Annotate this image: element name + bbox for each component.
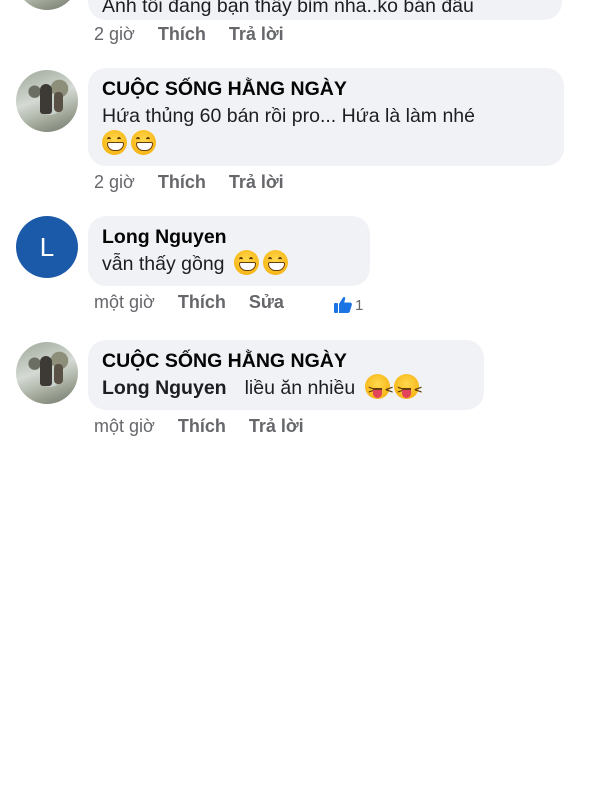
like-button[interactable]: Thích bbox=[178, 416, 226, 437]
avatar[interactable] bbox=[16, 70, 78, 132]
comment-text: liều ăn nhiều bbox=[244, 377, 356, 399]
like-button[interactable]: Thích bbox=[158, 172, 206, 193]
avatar[interactable] bbox=[16, 0, 78, 10]
comment-author[interactable]: CUỘC SỐNG HẰNG NGÀY bbox=[102, 348, 470, 374]
comment-text: vẫn thấy gồng bbox=[102, 253, 225, 275]
comment-bubble: CUỘC SỐNG HẰNG NGÀY Long Nguyen liều ăn n… bbox=[88, 340, 484, 410]
comment-bubble: Long Nguyen vẫn thấy gồng bbox=[88, 216, 370, 286]
squinting-face-with-tongue-icon bbox=[393, 374, 423, 404]
like-button[interactable]: Thích bbox=[158, 24, 206, 45]
thumbs-up-icon bbox=[333, 296, 353, 314]
comment-text: Anh tôi đang bạn thấy bỉm nha..ko bán đâ… bbox=[102, 0, 474, 17]
reply-button[interactable]: Trả lời bbox=[229, 172, 284, 193]
edit-button[interactable]: Sửa bbox=[249, 292, 284, 313]
comment-time[interactable]: một giờ bbox=[94, 292, 155, 313]
comment-author[interactable]: CUỘC SỐNG HẰNG NGÀY bbox=[102, 76, 550, 102]
grinning-face-icon bbox=[262, 250, 288, 275]
squinting-face-with-tongue-icon bbox=[364, 374, 394, 404]
avatar[interactable] bbox=[16, 342, 78, 404]
reply-button[interactable]: Trả lời bbox=[229, 24, 284, 45]
grinning-face-icon bbox=[102, 130, 127, 155]
comment-actions: 2 giờ Thích Trả lời bbox=[94, 172, 302, 193]
comment-time[interactable]: một giờ bbox=[94, 416, 155, 437]
comment-time[interactable]: 2 giờ bbox=[94, 172, 135, 193]
comment-text: Hứa thủng 60 bán rồi pro... Hứa là làm n… bbox=[102, 105, 475, 127]
comment-bubble: CUỘC SỐNG HẰNG NGÀY Hứa thủng 60 bán rồi… bbox=[88, 68, 564, 166]
like-button[interactable]: Thích bbox=[178, 292, 226, 313]
avatar[interactable]: L bbox=[16, 216, 78, 278]
comment-actions: 2 giờ Thích Trả lời bbox=[94, 24, 302, 45]
comment-text-row: Long Nguyen liều ăn nhiều bbox=[102, 374, 470, 404]
reply-button[interactable]: Trả lời bbox=[249, 416, 304, 437]
comment-time[interactable]: 2 giờ bbox=[94, 24, 135, 45]
mention-link[interactable]: Long Nguyen bbox=[102, 377, 227, 399]
comment-emojis bbox=[102, 130, 550, 158]
comment-text-row: vẫn thấy gồng bbox=[102, 250, 356, 278]
reaction-count: 1 bbox=[355, 296, 364, 314]
comment-bubble: Anh tôi đang bạn thấy bỉm nha..ko bán đâ… bbox=[88, 0, 562, 20]
grinning-face-icon bbox=[233, 250, 259, 275]
grinning-face-icon bbox=[131, 130, 156, 155]
reaction-summary[interactable]: 1 bbox=[333, 296, 363, 314]
comment-author[interactable]: Long Nguyen bbox=[102, 224, 356, 250]
comment-actions: một giờ Thích Trả lời bbox=[94, 416, 322, 437]
comment-actions: một giờ Thích Sửa bbox=[94, 292, 302, 313]
